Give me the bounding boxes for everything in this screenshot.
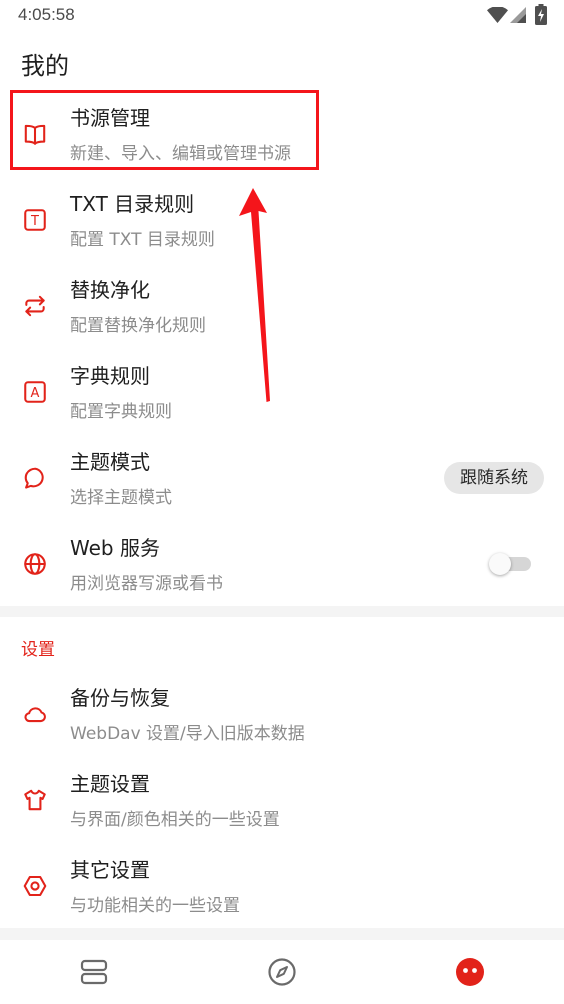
main-menu-list: 书源管理 新建、导入、编辑或管理书源 T TXT 目录规则 配置 TXT 目录规…	[0, 90, 564, 606]
section-divider	[0, 606, 564, 617]
menu-item-web-service[interactable]: Web 服务 用浏览器写源或看书	[0, 520, 564, 606]
menu-item-subtitle: WebDav 设置/导入旧版本数据	[70, 724, 305, 744]
settings-menu-list: 备份与恢复 WebDav 设置/导入旧版本数据 主题设置 与界面/颜色相关的一些…	[0, 670, 564, 928]
menu-item-subtitle: 配置 TXT 目录规则	[70, 230, 215, 250]
menu-item-theme-settings[interactable]: 主题设置 与界面/颜色相关的一些设置	[0, 756, 564, 842]
book-open-icon	[22, 121, 48, 147]
menu-item-subtitle: 选择主题模式	[70, 488, 172, 508]
menu-item-dictionary-rules[interactable]: A 字典规则 配置字典规则	[0, 348, 564, 434]
status-bar: 4:05:58	[0, 0, 564, 32]
page-title: 我的	[21, 52, 69, 80]
menu-item-backup-restore[interactable]: 备份与恢复 WebDav 设置/导入旧版本数据	[0, 670, 564, 756]
theme-mode-value-button[interactable]: 跟随系统	[444, 462, 544, 494]
menu-item-title: 字典规则	[70, 364, 150, 388]
globe-icon	[22, 551, 48, 577]
cell-signal-icon	[510, 7, 526, 23]
nav-my[interactable]	[376, 940, 564, 1004]
nav-divider	[0, 928, 564, 940]
bottom-navigation	[0, 940, 564, 1004]
menu-item-subtitle: 新建、导入、编辑或管理书源	[70, 144, 291, 164]
menu-item-subtitle: 与界面/颜色相关的一些设置	[70, 810, 280, 830]
menu-item-other-settings[interactable]: 其它设置 与功能相关的一些设置	[0, 842, 564, 928]
swap-arrows-icon	[22, 293, 48, 319]
menu-item-title: 主题模式	[70, 450, 150, 474]
menu-item-title: 主题设置	[70, 772, 150, 796]
menu-item-subtitle: 配置替换净化规则	[70, 316, 206, 336]
dictionary-icon-letter: A	[31, 386, 40, 401]
tshirt-icon	[22, 787, 48, 813]
hex-nut-icon	[22, 873, 48, 899]
status-time: 4:05:58	[18, 5, 75, 24]
menu-item-title: 备份与恢复	[70, 686, 170, 710]
menu-item-book-source-management[interactable]: 书源管理 新建、导入、编辑或管理书源	[0, 90, 564, 176]
menu-item-title: 其它设置	[70, 858, 150, 882]
menu-item-subtitle: 与功能相关的一些设置	[70, 896, 240, 916]
menu-item-subtitle: 配置字典规则	[70, 402, 172, 422]
bookshelf-icon	[80, 959, 108, 985]
menu-item-title: 书源管理	[70, 106, 150, 130]
nav-discover[interactable]	[188, 940, 376, 1004]
compass-icon	[268, 958, 296, 986]
menu-item-theme-mode[interactable]: 主题模式 选择主题模式 跟随系统	[0, 434, 564, 520]
settings-section-header: 设置	[21, 640, 55, 660]
cloud-icon	[22, 701, 48, 727]
my-profile-icon	[456, 958, 484, 986]
menu-item-title: TXT 目录规则	[70, 192, 195, 216]
web-service-toggle[interactable]	[489, 553, 531, 575]
menu-item-title: Web 服务	[70, 536, 160, 560]
page-header: 我的	[0, 32, 564, 90]
toggle-thumb	[489, 553, 511, 575]
chat-bubble-icon	[22, 465, 48, 491]
battery-charging-icon	[535, 4, 547, 25]
menu-item-subtitle: 用浏览器写源或看书	[70, 574, 223, 594]
txt-rule-icon: T	[22, 207, 48, 233]
nav-bookshelf[interactable]	[0, 940, 188, 1004]
txt-rule-icon-letter: T	[30, 214, 39, 229]
menu-item-replace-purify[interactable]: 替换净化 配置替换净化规则	[0, 262, 564, 348]
wifi-icon	[487, 7, 508, 23]
menu-item-title: 替换净化	[70, 278, 150, 302]
menu-item-txt-toc-rules[interactable]: T TXT 目录规则 配置 TXT 目录规则	[0, 176, 564, 262]
dictionary-icon: A	[22, 379, 48, 405]
